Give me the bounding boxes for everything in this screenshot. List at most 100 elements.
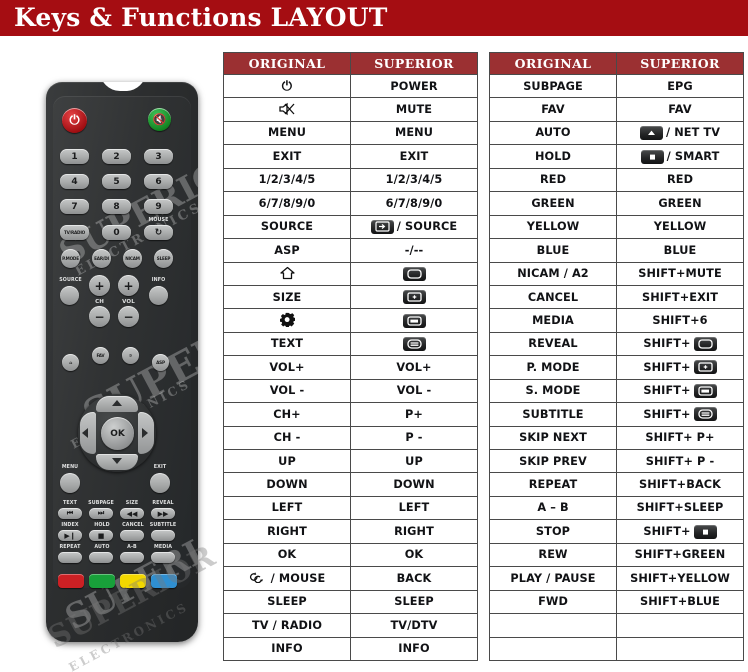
remote-key-repeat[interactable] — [58, 552, 82, 563]
cell-text: VOL+ — [269, 360, 305, 374]
cell-superior: RIGHT — [350, 519, 478, 544]
remote-key-subtitle[interactable] — [151, 530, 175, 541]
remote-key-auto[interactable] — [89, 552, 113, 563]
cell-superior: OK — [350, 542, 478, 568]
remote-exit-label: EXIT — [153, 465, 167, 470]
remote-key-sleep[interactable]: SLEEP — [154, 249, 173, 268]
remote-key-8[interactable]: 8 — [102, 199, 131, 214]
remote-key-eartv[interactable]: EAR/DI — [92, 249, 111, 268]
cell-text: DOWN — [266, 478, 308, 491]
remote-key-size[interactable]: ◀◀ — [120, 508, 144, 519]
remote-key-green[interactable] — [89, 574, 115, 588]
cell-text: INFO — [271, 642, 303, 656]
remote-key-text[interactable]: ⏮ — [58, 508, 82, 519]
cell-superior: SLEEP — [350, 589, 478, 615]
remote-key-nicam[interactable]: NICAM — [123, 249, 142, 268]
remote-key-7[interactable]: 7 — [60, 199, 89, 214]
remote-key-vol-down[interactable]: − — [118, 306, 139, 327]
remote-key-exit[interactable] — [150, 473, 170, 493]
cell-text: CH - — [273, 431, 301, 445]
mute-icon — [278, 102, 296, 118]
remote-key-vol-up[interactable]: + — [118, 275, 139, 296]
table-row: OK OK — [223, 542, 478, 568]
table-row: YELLOW YELLOW — [489, 214, 744, 240]
remote-key-1[interactable]: 1 — [60, 149, 89, 164]
remote-menu-label: MENU — [61, 465, 79, 470]
cell-superior: VOL+ — [350, 355, 478, 380]
remote-key-subpage[interactable]: ⏭ — [89, 508, 113, 519]
cell-text: REVEAL — [528, 337, 578, 351]
cell-text: PLAY / PAUSE — [510, 571, 596, 585]
remote-key-6[interactable]: 6 — [144, 174, 173, 189]
cell-original: CANCEL — [489, 284, 617, 310]
pmode-badge-icon — [402, 313, 426, 328]
cell-superior: SHIFT+ — [616, 378, 744, 404]
cell-text: EXIT — [272, 149, 302, 163]
remote-key-asp[interactable]: ASP — [152, 354, 169, 371]
remote-key-fav[interactable]: FAV — [92, 347, 109, 364]
remote-key-cancel[interactable] — [120, 530, 144, 541]
remote-key-info[interactable] — [149, 286, 168, 305]
keys-table-right: ORIGINAL SUPERIOR SUBPAGE EPG FAV FAV AUTO / … — [489, 52, 744, 661]
remote-key-blue[interactable] — [151, 574, 177, 588]
remote-key-5[interactable]: 5 — [102, 174, 131, 189]
cell-original: REW — [489, 542, 617, 568]
remote-key-red[interactable] — [58, 574, 84, 588]
zoom-badge-icon — [693, 360, 717, 375]
cell-original: UP — [223, 448, 351, 474]
column-header-superior: SUPERIOR — [616, 52, 744, 75]
remote-key-ok[interactable]: OK — [101, 417, 134, 450]
cell-original: TEXT — [223, 331, 351, 357]
remote-key-0[interactable]: 0 — [102, 225, 131, 240]
screen-badge-icon — [402, 266, 426, 281]
remote-key-ab[interactable] — [120, 552, 144, 563]
stop-badge-icon — [693, 524, 717, 539]
remote-key-settings[interactable]: ✲ — [122, 347, 139, 364]
cell-text: BLUE — [536, 243, 570, 257]
table-row: TV / RADIO TV/DTV — [223, 613, 478, 638]
cell-text: CH+ — [273, 407, 301, 421]
table-row — [223, 261, 478, 286]
column-header-superior: SUPERIOR — [350, 52, 478, 75]
cell-superior: EPG — [616, 73, 744, 99]
remote-power-button[interactable]: ⏻ — [62, 108, 87, 133]
cell-original: REVEAL — [489, 331, 617, 357]
remote-key-menu[interactable] — [60, 473, 80, 493]
remote-key-ch-down[interactable]: − — [89, 306, 110, 327]
zoom-badge-icon — [402, 290, 426, 305]
remote-key-home[interactable]: ⌂ — [62, 354, 79, 371]
remote-key-9[interactable]: 9 — [144, 199, 173, 214]
remote-key-2[interactable]: 2 — [102, 149, 131, 164]
remote-key-yellow[interactable] — [120, 574, 146, 588]
remote-ab-label: A-B — [127, 545, 137, 550]
remote-key-media[interactable] — [151, 552, 175, 563]
cell-original: REPEAT — [489, 472, 617, 497]
remote-key-hold[interactable]: ■ — [89, 530, 113, 541]
cell-superior: SHIFT+YELLOW — [616, 566, 744, 591]
cell-original: SOURCE — [223, 214, 351, 240]
table-row: MEDIA SHIFT+6 — [489, 308, 744, 333]
cell-text: FAV — [668, 103, 692, 116]
remote-key-source[interactable] — [60, 286, 79, 305]
cell-original: FAV — [489, 97, 617, 122]
remote-key-4[interactable]: 4 — [60, 174, 89, 189]
remote-key-3[interactable]: 3 — [144, 149, 173, 164]
remote-ch-label: CH — [95, 299, 104, 305]
remote-key-pmode[interactable]: P.MODE — [61, 249, 80, 268]
remote-key-reveal[interactable]: ▶▶ — [151, 508, 175, 519]
table-row: UP UP — [223, 448, 478, 474]
cell-superior: / SMART — [616, 144, 744, 169]
remote-media-label: MEDIA — [153, 545, 173, 550]
cell-superior: SHIFT+MUTE — [616, 261, 744, 286]
cell-text: TEXT — [270, 337, 304, 351]
remote-key-mouse[interactable]: ↻ — [144, 225, 173, 240]
remote-key-tvradio[interactable]: TV/RADIO — [60, 225, 89, 240]
cell-original: AUTO — [489, 120, 617, 146]
remote-key-ch-up[interactable]: + — [89, 275, 110, 296]
up-badge-icon — [639, 126, 663, 141]
remote-key-index[interactable]: ▶❙ — [58, 530, 82, 541]
table-row: REVEAL SHIFT+ — [489, 331, 744, 357]
cell-text: SHIFT+6 — [652, 313, 708, 327]
cell-text: TV / RADIO — [251, 618, 323, 632]
remote-mute-button[interactable]: 🔇 — [148, 108, 171, 131]
